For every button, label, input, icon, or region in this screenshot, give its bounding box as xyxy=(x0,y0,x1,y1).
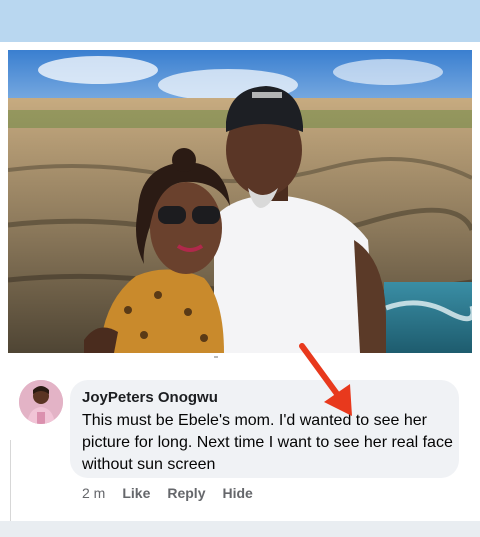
commenter-avatar[interactable] xyxy=(19,380,63,424)
bottom-strip xyxy=(0,521,480,537)
like-button[interactable]: Like xyxy=(122,485,150,501)
comment-timestamp[interactable]: 2 m xyxy=(82,485,105,501)
red-arrow-icon xyxy=(299,343,352,416)
comment-author[interactable]: JoyPeters Onogwu xyxy=(82,389,447,407)
comment-bubble: JoyPeters Onogwu This must be Ebele's mo… xyxy=(70,380,459,478)
top-bar xyxy=(0,0,480,42)
left-edge-divider xyxy=(0,440,11,521)
comment-actions: 2 m Like Reply Hide xyxy=(82,483,270,503)
avatar-illustration xyxy=(19,380,63,424)
post-photo[interactable] xyxy=(8,50,472,353)
reply-button[interactable]: Reply xyxy=(167,485,205,501)
comment-text: This must be Ebele's mom. I'd wanted to … xyxy=(82,412,453,473)
post-photo-illustration xyxy=(8,50,472,353)
carousel-indicator xyxy=(214,356,218,358)
hide-button[interactable]: Hide xyxy=(222,485,252,501)
